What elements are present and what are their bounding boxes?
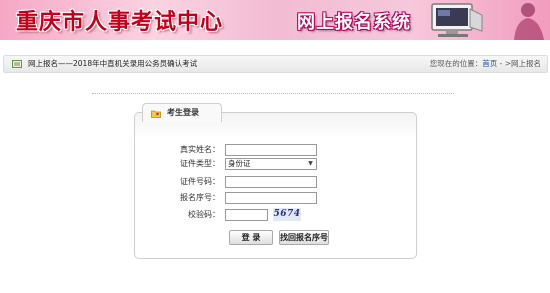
computer-monitor-icon xyxy=(431,3,483,37)
name-input[interactable] xyxy=(225,144,317,156)
folder-user-icon xyxy=(151,110,161,118)
reg-number-label: 报名序号： xyxy=(180,193,220,202)
form-icon xyxy=(12,60,22,68)
breadcrumb-title: 网上报名——2018年中直机关录用公务员确认考试 xyxy=(28,58,197,70)
login-tab-label: 考生登录 xyxy=(167,108,199,117)
home-link[interactable]: 首页 xyxy=(482,59,497,68)
site-title: 重庆市人事考试中心 xyxy=(16,9,224,35)
system-name: 网上报名系统 xyxy=(297,12,411,33)
divider xyxy=(92,93,454,94)
login-tab: 考生登录 xyxy=(142,103,222,122)
current-page: 网上报名 xyxy=(511,59,541,68)
id-number-input[interactable] xyxy=(225,176,317,188)
id-type-selected: 身份证 xyxy=(228,159,251,168)
header-banner: 重庆市人事考试中心 网上报名系统 xyxy=(0,0,550,40)
retrieve-number-button[interactable]: 找回报名序号 xyxy=(279,230,329,245)
captcha-label: 校验码： xyxy=(188,210,220,219)
login-button[interactable]: 登 录 xyxy=(229,230,273,245)
current-location: 您现在的位置：首页 - >网上报名 xyxy=(430,58,541,70)
chevron-down-icon[interactable]: ▼ xyxy=(306,159,315,169)
exam-title: 2018年中直机关录用公务员确认考试 xyxy=(73,59,198,68)
breadcrumb-separator: —— xyxy=(58,59,73,68)
location-label: 您现在的位置： xyxy=(429,59,483,68)
breadcrumb-section: 网上报名 xyxy=(28,59,58,68)
person-silhouette-icon xyxy=(514,3,544,40)
reg-number-input[interactable] xyxy=(225,192,317,204)
breadcrumb: 网上报名——2018年中直机关录用公务员确认考试 您现在的位置：首页 - >网上… xyxy=(3,55,548,73)
captcha-image[interactable]: 5674 xyxy=(273,208,301,221)
id-type-select[interactable]: 身份证 ▼ xyxy=(225,158,317,170)
breadcrumb-arrow: - > xyxy=(497,59,511,68)
id-number-label: 证件号码： xyxy=(180,177,220,186)
id-type-label: 证件类型： xyxy=(180,159,220,168)
captcha-input[interactable] xyxy=(225,209,268,221)
name-label: 真实姓名： xyxy=(180,145,220,154)
